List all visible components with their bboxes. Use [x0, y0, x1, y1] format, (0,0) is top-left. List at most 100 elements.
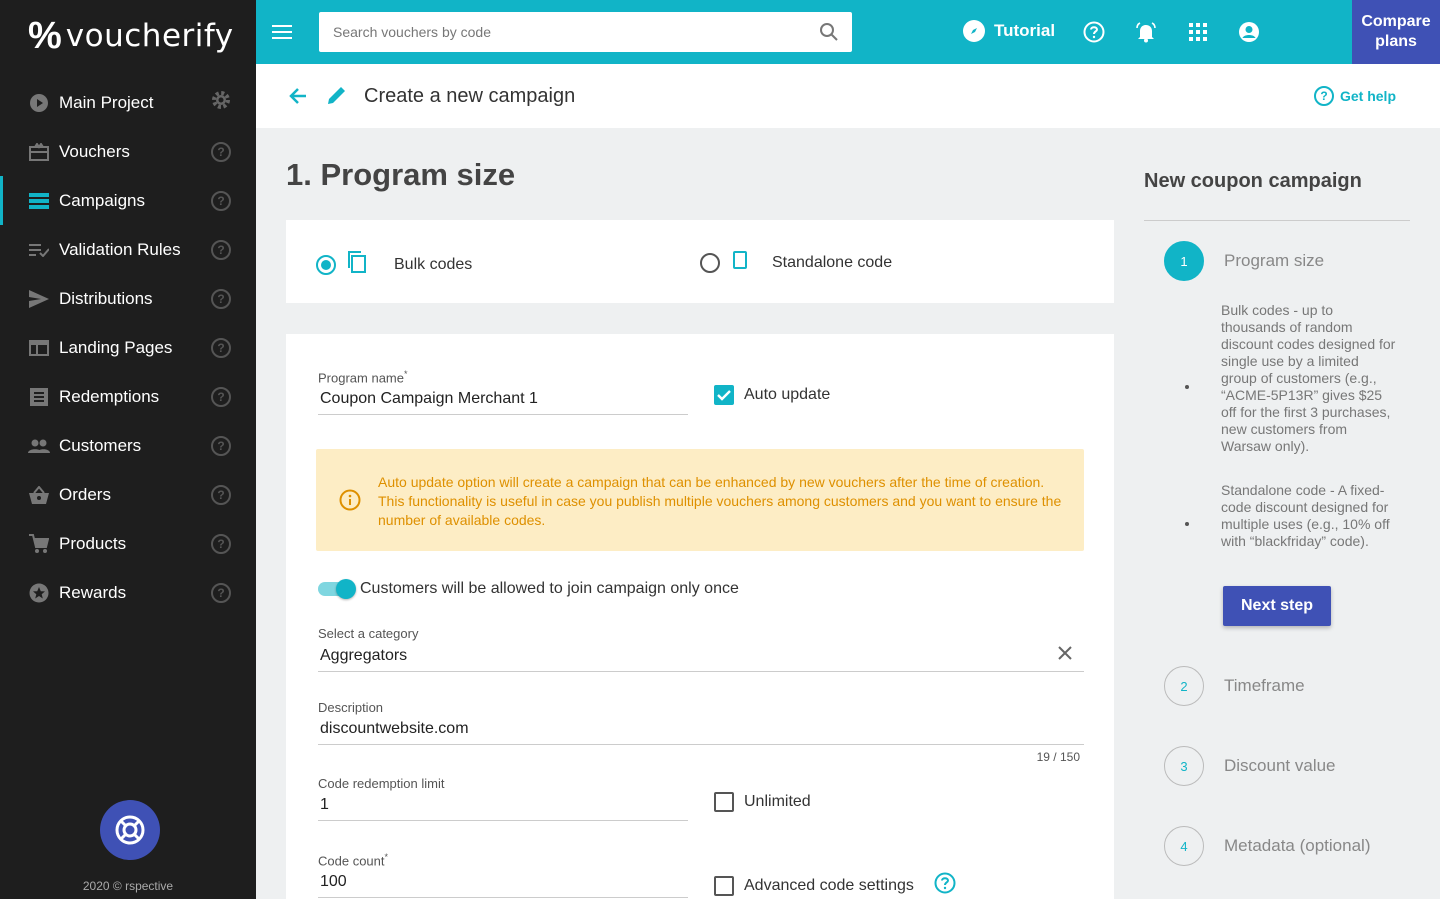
- category-value-row[interactable]: Aggregators: [318, 646, 1084, 672]
- join-once-label: Customers will be allowed to join campai…: [360, 580, 739, 597]
- clear-icon[interactable]: [1058, 646, 1072, 665]
- sidebar-item-label: Orders: [59, 484, 111, 504]
- bullet-dot: [1185, 385, 1189, 389]
- help-icon[interactable]: ?: [211, 288, 231, 309]
- redemption-limit-input[interactable]: 1: [318, 796, 688, 821]
- support-lifebuoy-button[interactable]: [100, 800, 160, 860]
- standalone-code-radio[interactable]: [700, 252, 720, 273]
- help-icon[interactable]: ?: [211, 582, 231, 603]
- unlimited-checkbox[interactable]: Unlimited: [714, 792, 811, 812]
- bulk-codes-description: Bulk codes - up to thousands of random d…: [1221, 302, 1396, 454]
- sidebar-item-distributions[interactable]: Distributions ?: [0, 274, 256, 323]
- auto-update-label: Auto update: [744, 386, 831, 403]
- help-icon[interactable]: ?: [211, 386, 231, 407]
- sidebar-item-products[interactable]: Products ?: [0, 519, 256, 568]
- help-circle-icon[interactable]: [934, 872, 956, 899]
- step-label: Discount value: [1224, 756, 1336, 775]
- description-label: Description: [318, 700, 384, 715]
- checkbox-checked-icon[interactable]: [714, 385, 734, 405]
- help-icon[interactable]: ?: [211, 190, 231, 211]
- back-arrow-icon[interactable]: [288, 84, 308, 113]
- rules-icon: [28, 239, 50, 261]
- redemption-limit-field[interactable]: Code redemption limit 1: [318, 776, 688, 821]
- join-once-toggle[interactable]: Customers will be allowed to join campai…: [318, 579, 739, 599]
- get-help-label: Get help: [1339, 88, 1396, 104]
- gear-icon[interactable]: [211, 90, 231, 116]
- apps-grid-icon[interactable]: [1187, 21, 1209, 43]
- hamburger-menu-icon[interactable]: [272, 20, 292, 44]
- sidebar-item-campaigns[interactable]: Campaigns ?: [0, 176, 256, 225]
- code-count-label: Code count*: [318, 852, 389, 869]
- step-label: Metadata (optional): [1224, 836, 1371, 855]
- auto-update-checkbox[interactable]: Auto update: [714, 385, 830, 405]
- sidebar-item-customers[interactable]: Customers ?: [0, 421, 256, 470]
- sidebar-nav: Main Project Vouchers ? Campaigns ? Vali…: [0, 78, 256, 617]
- program-name-input[interactable]: Coupon Campaign Merchant 1: [318, 390, 688, 416]
- bulk-codes-option[interactable]: Bulk codes: [316, 250, 472, 279]
- standalone-code-option[interactable]: Standalone code: [700, 250, 892, 275]
- step-metadata[interactable]: 4 Metadata (optional): [1164, 826, 1370, 866]
- help-circle-icon[interactable]: [1083, 21, 1105, 43]
- sidebar-item-label: Landing Pages: [59, 337, 173, 357]
- help-icon[interactable]: ?: [211, 484, 231, 505]
- bulk-codes-radio[interactable]: [316, 254, 336, 275]
- people-icon: [28, 435, 50, 457]
- copy-icon: [346, 250, 368, 279]
- category-select[interactable]: Select a category Aggregators: [318, 626, 1084, 672]
- logo-mark: %: [28, 15, 62, 57]
- compare-plans-button[interactable]: Compare plans: [1352, 0, 1440, 64]
- single-code-icon: [732, 250, 748, 275]
- web-page-icon: [28, 337, 50, 359]
- search-icon[interactable]: [820, 23, 838, 41]
- sidebar-item-main-project[interactable]: Main Project: [0, 78, 256, 127]
- sidebar-item-vouchers[interactable]: Vouchers ?: [0, 127, 256, 176]
- logo-text: voucherify: [65, 18, 234, 54]
- sidebar-item-redemptions[interactable]: Redemptions ?: [0, 372, 256, 421]
- code-count-field[interactable]: Code count* 100: [318, 852, 688, 899]
- checkbox-empty-icon[interactable]: [714, 875, 734, 896]
- redemption-limit-label: Code redemption limit: [318, 776, 445, 791]
- sidebar-item-validation-rules[interactable]: Validation Rules ?: [0, 225, 256, 274]
- bell-icon[interactable]: [1135, 21, 1157, 43]
- compass-icon: [963, 20, 985, 42]
- program-name-label: Program name*: [318, 369, 408, 386]
- sidebar-item-label: Redemptions: [59, 386, 160, 406]
- help-icon[interactable]: ?: [211, 435, 231, 456]
- description-input[interactable]: discountwebsite.com: [318, 720, 1084, 745]
- receipt-icon: [28, 386, 50, 408]
- toggle-switch[interactable]: [318, 579, 356, 599]
- advanced-code-settings-checkbox[interactable]: Advanced code settings: [714, 872, 956, 899]
- sidebar-item-landing-pages[interactable]: Landing Pages ?: [0, 323, 256, 372]
- play-circle-icon: [28, 92, 50, 114]
- step-number: 1: [1164, 241, 1204, 281]
- description-field[interactable]: Description discountwebsite.com: [318, 700, 1084, 745]
- help-icon[interactable]: ?: [211, 533, 231, 554]
- search-bar: [319, 12, 852, 52]
- program-type-card: Bulk codes Standalone code: [286, 220, 1114, 303]
- get-help-link[interactable]: ? Get help: [1313, 86, 1396, 106]
- sidebar-item-rewards[interactable]: Rewards ?: [0, 568, 256, 617]
- checkbox-empty-icon[interactable]: [714, 792, 734, 812]
- voucher-icon: [28, 141, 50, 163]
- search-input[interactable]: [333, 24, 820, 40]
- basket-icon: [28, 484, 50, 506]
- voucherify-logo[interactable]: % voucherify: [28, 16, 234, 56]
- step-timeframe[interactable]: 2 Timeframe: [1164, 666, 1305, 706]
- program-name-field[interactable]: Program name* Coupon Campaign Merchant 1: [318, 369, 688, 416]
- account-circle-icon[interactable]: [1238, 21, 1260, 43]
- help-icon[interactable]: ?: [211, 141, 231, 162]
- bulk-codes-label: Bulk codes: [394, 255, 473, 273]
- category-value: Aggregators: [320, 646, 408, 664]
- tutorial-button[interactable]: Tutorial: [963, 20, 1055, 42]
- sidebar-item-orders[interactable]: Orders ?: [0, 470, 256, 519]
- sidebar: % voucherify Main Project Vouchers ? Cam…: [0, 0, 256, 899]
- step-discount-value[interactable]: 3 Discount value: [1164, 746, 1336, 786]
- help-icon[interactable]: ?: [211, 337, 231, 358]
- step-program-size[interactable]: 1 Program size: [1164, 241, 1324, 281]
- alert-text: Auto update option will create a campaig…: [378, 474, 1062, 528]
- sidebar-item-label: Products: [59, 533, 127, 553]
- unlimited-label: Unlimited: [744, 793, 811, 810]
- next-step-button[interactable]: Next step: [1223, 586, 1331, 626]
- code-count-input[interactable]: 100: [318, 873, 688, 899]
- help-icon[interactable]: ?: [211, 239, 231, 260]
